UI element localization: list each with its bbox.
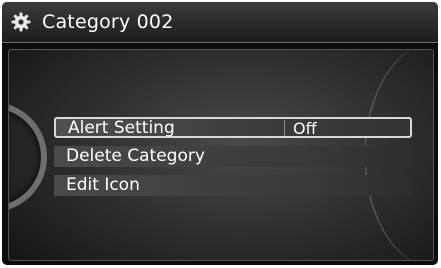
menu-panel: Alert Setting Off Delete Category Edit I… xyxy=(8,49,434,261)
nav-screen: Category 002 Alert Setting Off Delete Ca… xyxy=(2,2,438,265)
menu-item-label: Edit Icon xyxy=(66,175,140,195)
menu-item-edit-icon[interactable]: Edit Icon xyxy=(54,175,412,196)
menu-item-label: Alert Setting xyxy=(68,118,175,138)
menu-item-label: Delete Category xyxy=(66,146,205,166)
page-title: Category 002 xyxy=(42,11,174,33)
divider xyxy=(284,120,285,136)
decorative-dial xyxy=(9,102,47,212)
menu-item-alert-setting[interactable]: Alert Setting Off xyxy=(54,117,412,138)
alert-setting-value: Off xyxy=(293,119,317,138)
menu-item-delete-category[interactable]: Delete Category xyxy=(54,146,412,167)
gear-icon xyxy=(11,12,31,32)
title-bar: Category 002 xyxy=(2,2,438,43)
